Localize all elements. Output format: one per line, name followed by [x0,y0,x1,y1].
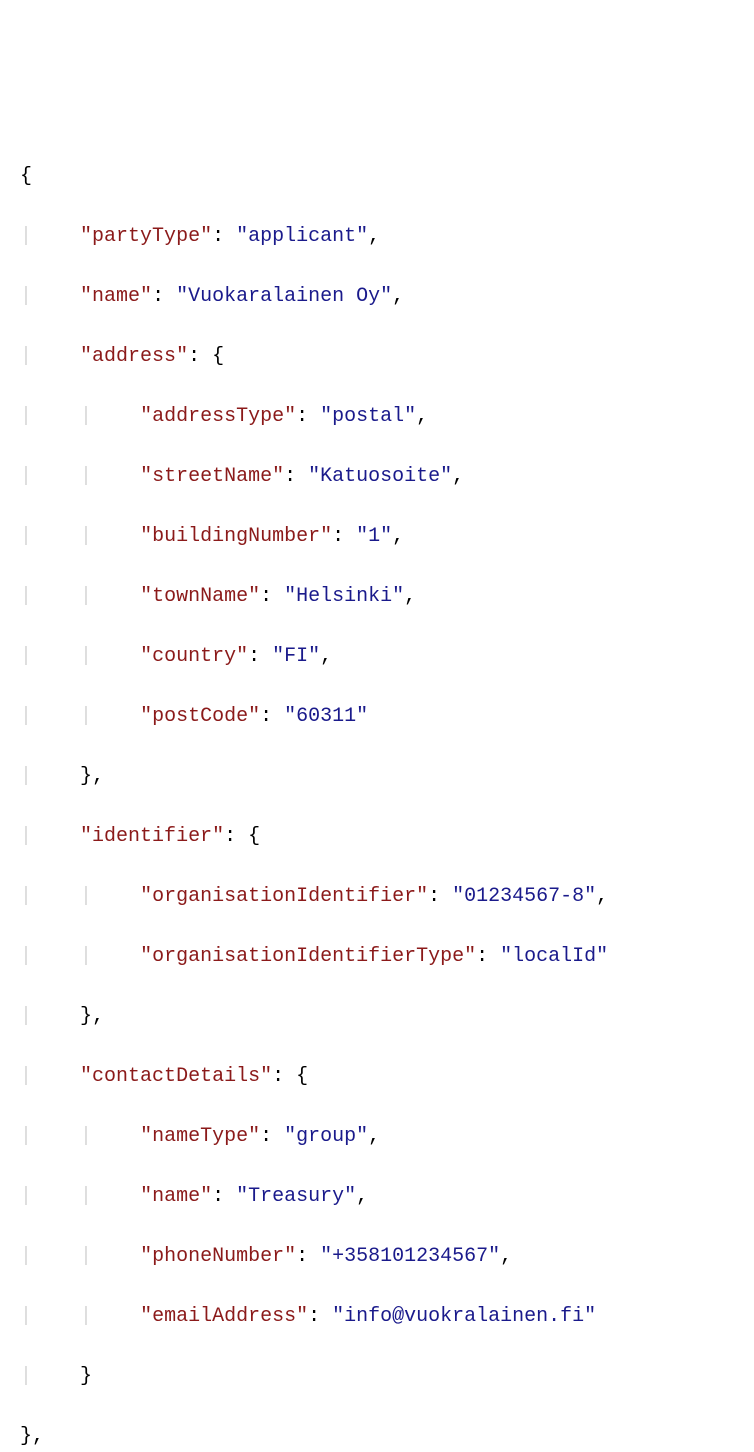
code-line: | "name": "Vuokaralainen Oy", [8,282,746,312]
code-line: | | "streetName": "Katuosoite", [8,462,746,492]
code-line: | "identifier": { [8,822,746,852]
code-line: | "partyType": "applicant", [8,222,746,252]
json-key: "streetName" [140,465,284,488]
open-brace: { [296,1065,308,1088]
code-line: | | "organisationIdentifierType": "local… [8,942,746,972]
json-key: "townName" [140,585,260,608]
open-brace: { [212,345,224,368]
close-brace: } [20,1425,32,1448]
code-line: | | "postCode": "60311" [8,702,746,732]
json-key: "addressType" [140,405,296,428]
json-key: "name" [80,285,152,308]
json-key: "postCode" [140,705,260,728]
json-string: "60311" [284,705,368,728]
json-string: "group" [284,1125,368,1148]
json-string: "Katuosoite" [308,465,452,488]
code-line: | } [8,1362,746,1392]
code-line: | | "emailAddress": "info@vuokralainen.f… [8,1302,746,1332]
code-line: | }, [8,1002,746,1032]
json-key: "name" [140,1185,212,1208]
json-code-block: { | "partyType": "applicant", | "name": … [8,132,746,1452]
close-brace: } [80,765,92,788]
json-string: "Helsinki" [284,585,404,608]
json-key: "address" [80,345,188,368]
close-brace: } [80,1005,92,1028]
code-line: }, [8,1422,746,1452]
open-brace: { [248,825,260,848]
json-key: "emailAddress" [140,1305,308,1328]
code-line: | | "buildingNumber": "1", [8,522,746,552]
code-line: | }, [8,762,746,792]
json-key: "contactDetails" [80,1065,272,1088]
json-string: "localId" [500,945,608,968]
code-line: | | "organisationIdentifier": "01234567-… [8,882,746,912]
code-line: | | "country": "FI", [8,642,746,672]
json-string: "Treasury" [236,1185,356,1208]
json-string: "+358101234567" [320,1245,500,1268]
close-brace: } [80,1365,92,1388]
json-string: "Vuokaralainen Oy" [176,285,392,308]
json-key: "buildingNumber" [140,525,332,548]
code-line: | | "phoneNumber": "+358101234567", [8,1242,746,1272]
json-string: "postal" [320,405,416,428]
code-line: | | "addressType": "postal", [8,402,746,432]
code-line: | | "nameType": "group", [8,1122,746,1152]
json-key: "identifier" [80,825,224,848]
json-key: "phoneNumber" [140,1245,296,1268]
json-key: "partyType" [80,225,212,248]
code-line: | "address": { [8,342,746,372]
json-string: "01234567-8" [452,885,596,908]
code-line: | | "name": "Treasury", [8,1182,746,1212]
open-brace: { [20,165,32,188]
json-string: "FI" [272,645,320,668]
code-line: | "contactDetails": { [8,1062,746,1092]
json-string: "1" [356,525,392,548]
json-key: "organisationIdentifierType" [140,945,476,968]
json-key: "nameType" [140,1125,260,1148]
json-string: "applicant" [236,225,368,248]
json-string: "info@vuokralainen.fi" [332,1305,596,1328]
code-line: | | "townName": "Helsinki", [8,582,746,612]
json-key: "organisationIdentifier" [140,885,428,908]
json-key: "country" [140,645,248,668]
code-line: { [8,162,746,192]
